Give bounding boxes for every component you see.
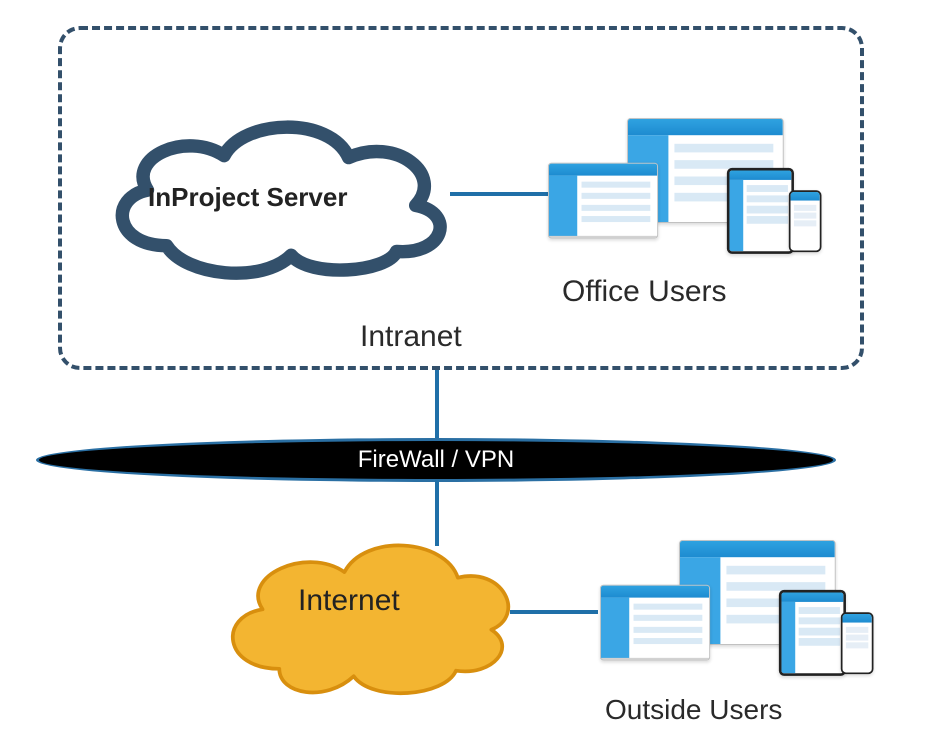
- connector-server-to-office: [450, 192, 562, 196]
- diagram-canvas: Intranet InProject Server: [0, 0, 937, 736]
- outside-users-label: Outside Users: [605, 694, 782, 726]
- internet-cloud-label: Internet: [298, 584, 400, 618]
- outside-users-devices-icon: [600, 540, 858, 686]
- office-users-label: Office Users: [562, 275, 727, 309]
- intranet-label: Intranet: [360, 320, 462, 354]
- connector-intranet-to-firewall: [435, 370, 439, 442]
- office-users-devices-icon: [548, 118, 806, 264]
- server-cloud-label: InProject Server: [148, 182, 347, 213]
- firewall-label: FireWall / VPN: [358, 446, 514, 473]
- connector-internet-to-outside: [510, 610, 598, 614]
- firewall-bar: FireWall / VPN: [36, 438, 836, 482]
